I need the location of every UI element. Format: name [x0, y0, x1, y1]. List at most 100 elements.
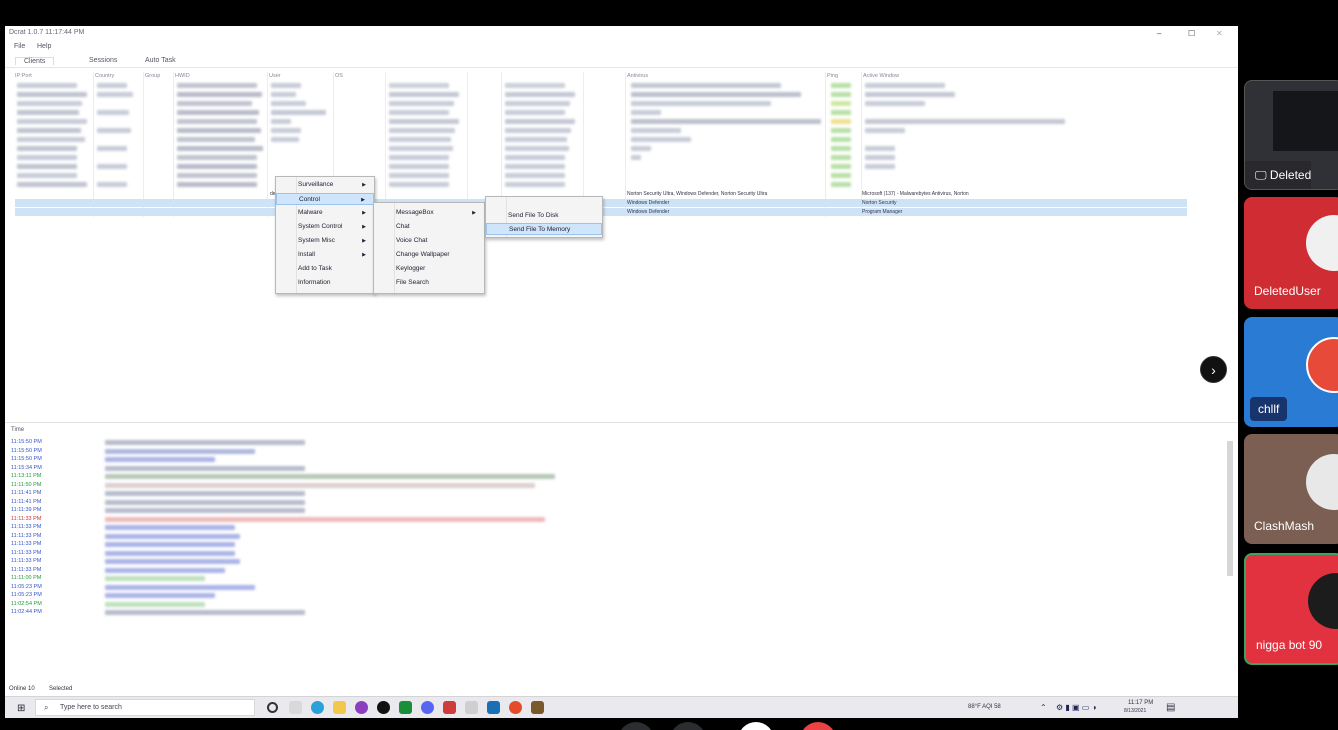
windows-taskbar: ⊞ ⌕ Type here to search 88°F AQI 58 ⌃ ⚙ …	[5, 696, 1238, 718]
clients-grid[interactable]: devil Norton Security Ultra, Windows Def…	[5, 81, 1187, 216]
menu-item-send-file-to-memory[interactable]: Send File To Memory	[486, 223, 602, 235]
file-explorer-icon[interactable]	[333, 701, 346, 714]
shared-screen: Dcrat 1.0.7 11:17:44 PM – ☐ ✕ File Help …	[5, 26, 1238, 718]
participant-tile[interactable]: 🖵 Deleted	[1244, 80, 1338, 190]
menu-help[interactable]: Help	[37, 43, 51, 50]
participant-tile[interactable]: ClashMash	[1244, 434, 1338, 544]
tab-auto-task[interactable]: Auto Task	[145, 57, 176, 64]
participant-tile[interactable]: chllf	[1244, 317, 1338, 427]
task-view-icon[interactable]	[289, 701, 302, 714]
app-icon[interactable]	[355, 701, 368, 714]
log-time: 11:11:33 PM	[11, 558, 42, 564]
menu-item-system-misc[interactable]: System Misc ▶	[276, 235, 374, 247]
log-message	[105, 508, 305, 513]
control-button[interactable]	[618, 722, 654, 730]
log-time: 11:11:33 PM	[11, 549, 42, 556]
col-user[interactable]: User	[269, 73, 281, 79]
menu-item-malware[interactable]: Malware ▶	[276, 207, 374, 219]
menu-item-file-search[interactable]: File Search	[374, 277, 484, 289]
col-ip[interactable]: IP:Port	[15, 73, 32, 79]
menu-item-chat[interactable]: Chat	[374, 221, 484, 233]
app-icon[interactable]	[487, 701, 500, 714]
maximize-button[interactable]: ☐	[1188, 29, 1195, 38]
menu-item-voice-chat[interactable]: Voice Chat	[374, 235, 484, 247]
hang-up-button[interactable]	[800, 722, 836, 730]
app-icon[interactable]	[531, 701, 544, 714]
log-message	[105, 601, 205, 607]
taskbar-search-input[interactable]: ⌕ Type here to search	[35, 699, 255, 716]
menu-item-control[interactable]: Control ▶	[276, 193, 374, 205]
log-message	[105, 440, 305, 445]
menu-item-surveillance[interactable]: Surveillance ▶	[276, 179, 374, 191]
log-time: 11:11:41 PM	[11, 498, 42, 505]
minimize-button[interactable]: –	[1157, 29, 1161, 38]
submenu-send-file: Send File To Disk Send File To Memory	[485, 196, 603, 238]
log-message	[105, 533, 240, 539]
tab-bar: Clients Sessions Auto Task	[5, 56, 1238, 68]
control-button[interactable]	[670, 722, 706, 730]
weather-text[interactable]: 88°F AQI 58	[968, 704, 1001, 710]
cortana-icon[interactable]	[267, 702, 278, 713]
menu-file[interactable]: File	[14, 43, 25, 50]
log-time: 11:11:39 PM	[11, 507, 42, 513]
col-ping[interactable]: Ping	[827, 73, 838, 79]
log-time: 11:11:41 PM	[11, 490, 42, 496]
menu-item-system-control[interactable]: System Control ▶	[276, 221, 374, 233]
chrome-icon[interactable]	[509, 701, 522, 714]
menu-item-messagebox[interactable]: MessageBox ▶	[374, 207, 484, 219]
participant-name: 🖵 Deleted	[1245, 161, 1312, 189]
tray-icons[interactable]: ⚙ ▮ ▣ ▭ ◑	[1056, 703, 1096, 712]
antivirus-cell: Windows Defender	[627, 200, 670, 206]
col-group[interactable]: Group	[145, 73, 160, 79]
tab-sessions[interactable]: Sessions	[89, 57, 117, 64]
antivirus-cell: Windows Defender	[627, 209, 670, 215]
menu-item-add-to-task[interactable]: Add to Task	[276, 263, 374, 275]
participant-tile[interactable]: nigga bot 90	[1244, 553, 1338, 665]
clock-date[interactable]: 8/13/2021	[1124, 708, 1146, 714]
edge-icon[interactable]	[311, 701, 324, 714]
menu-item-keylogger[interactable]: Keylogger	[374, 263, 484, 275]
active-window-cell: Norton Security	[862, 200, 897, 206]
control-button[interactable]	[738, 722, 774, 730]
tray-chevron-icon[interactable]: ⌃	[1040, 703, 1047, 712]
log-time: 11:15:50 PM	[11, 439, 42, 445]
col-antivirus[interactable]: Antivirus	[627, 73, 648, 79]
app-icon[interactable]	[443, 701, 456, 714]
obs-icon[interactable]	[377, 701, 390, 714]
title-bar: Dcrat 1.0.7 11:17:44 PM – ☐ ✕	[5, 26, 1238, 42]
col-os[interactable]: OS	[335, 73, 343, 79]
log-message	[105, 525, 235, 530]
log-time: 11:05:23 PM	[11, 583, 42, 590]
menu-item-send-file-to-disk[interactable]: Send File To Disk	[486, 210, 602, 222]
notifications-icon[interactable]: ▤	[1166, 702, 1175, 713]
menu-item-install[interactable]: Install ▶	[276, 249, 374, 261]
menu-item-change-wallpaper[interactable]: Change Wallpaper	[374, 249, 484, 261]
col-country[interactable]: Country	[95, 73, 114, 79]
system-tray: 88°F AQI 58 ⌃ ⚙ ▮ ▣ ▭ ◑ 11:17 PM 8/13/20…	[968, 700, 1228, 716]
log-message	[105, 567, 225, 573]
search-icon: ⌕	[44, 703, 49, 712]
log-time: 11:13:11 PM	[11, 473, 42, 479]
clock-time[interactable]: 11:17 PM	[1128, 700, 1153, 706]
app-icon[interactable]	[465, 701, 478, 714]
log-time: 11:15:50 PM	[11, 456, 42, 462]
next-page-chevron-icon[interactable]: ›	[1200, 356, 1227, 383]
submenu-malware: MessageBox ▶ Chat Voice Chat Change Wallp…	[373, 202, 485, 294]
participant-tile[interactable]: DeletedUser	[1244, 197, 1338, 309]
col-active-window[interactable]: Active Window	[863, 73, 899, 79]
windows-start-icon[interactable]: ⊞	[17, 703, 25, 714]
log-message	[105, 593, 215, 598]
log-time: 11:11:33 PM	[11, 541, 42, 547]
log-message	[105, 482, 535, 488]
app-icon[interactable]	[399, 701, 412, 714]
log-message	[105, 465, 305, 471]
discord-icon[interactable]	[421, 701, 434, 714]
participant-name: ClashMash	[1254, 519, 1315, 533]
log-message	[105, 576, 205, 581]
menu-item-information[interactable]: Information	[276, 277, 374, 289]
log-scrollbar[interactable]	[1226, 431, 1234, 681]
tab-clients[interactable]: Clients	[15, 57, 55, 65]
log-message	[105, 499, 305, 505]
close-button[interactable]: ✕	[1216, 29, 1223, 38]
col-hwid[interactable]: HWID	[175, 73, 190, 79]
